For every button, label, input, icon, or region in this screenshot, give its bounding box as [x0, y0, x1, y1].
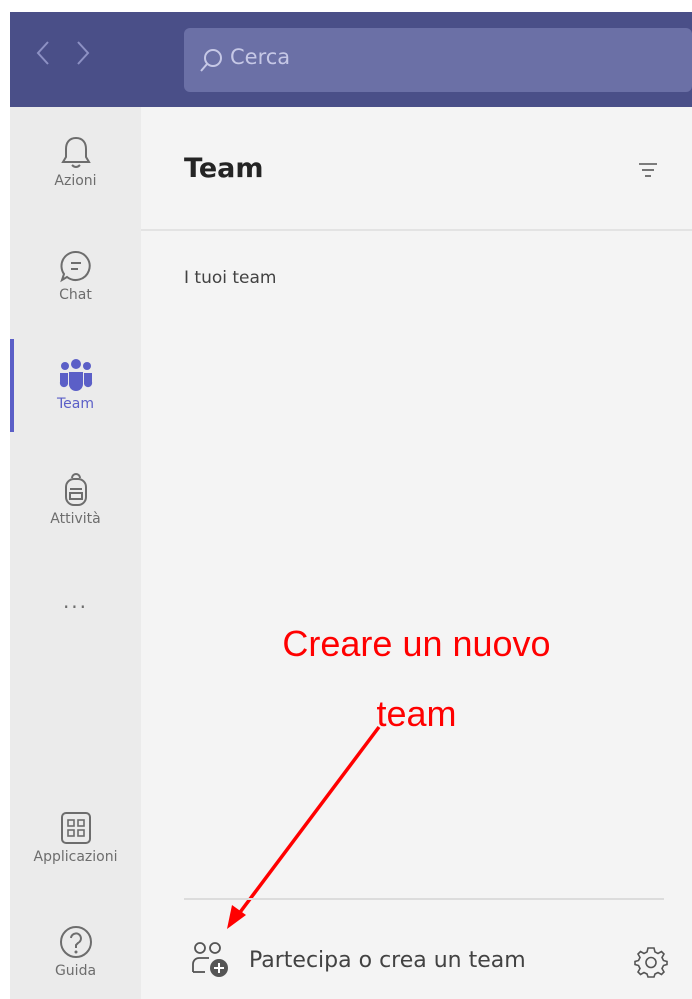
- rail-item-label: Attività: [50, 511, 101, 527]
- annotation-line-1: Creare un nuovo: [282, 623, 551, 664]
- search-placeholder: Cerca: [230, 45, 291, 69]
- join-or-create-team-button[interactable]: Partecipa o crea un team: [191, 939, 526, 981]
- gear-icon[interactable]: [634, 944, 668, 978]
- rail-item-azioni[interactable]: Azioni: [10, 135, 141, 189]
- add-team-icon: [192, 942, 228, 977]
- forward-arrow-icon[interactable]: [76, 40, 90, 66]
- divider: [184, 898, 664, 900]
- rail-item-chat[interactable]: Chat: [10, 249, 141, 303]
- bell-icon: [60, 136, 91, 168]
- more-apps-button[interactable]: ...: [10, 589, 141, 613]
- rail-item-attivita[interactable]: Attività: [10, 471, 141, 527]
- help-icon: [59, 926, 92, 958]
- filter-icon[interactable]: [638, 162, 658, 178]
- annotation-line-2: team: [376, 693, 457, 734]
- search-input[interactable]: Cerca: [184, 28, 692, 92]
- rail-item-label: Team: [56, 396, 94, 412]
- history-nav: [36, 40, 90, 66]
- rail-item-label: Applicazioni: [33, 849, 118, 865]
- back-arrow-icon[interactable]: [36, 40, 50, 66]
- panel-header: Team: [141, 107, 692, 231]
- page-title: Team: [184, 153, 264, 184]
- chat-icon: [59, 250, 91, 283]
- apps-icon: [60, 812, 91, 844]
- more-label: ...: [62, 589, 89, 613]
- teams-icon: [59, 359, 92, 391]
- rail-item-team[interactable]: Team: [10, 358, 141, 412]
- search-icon: [200, 49, 222, 72]
- your-teams-label: I tuoi team: [184, 268, 277, 288]
- app-rail: Azioni Chat Team Attività ... Applicazio…: [10, 107, 141, 999]
- rail-item-guida[interactable]: Guida: [10, 925, 141, 979]
- annotation-arrow: [227, 725, 381, 929]
- backpack-icon: [64, 473, 87, 506]
- rail-item-label: Azioni: [54, 173, 97, 189]
- rail-item-applicazioni[interactable]: Applicazioni: [10, 811, 141, 865]
- rail-item-label: Guida: [54, 963, 97, 979]
- title-bar: Cerca: [10, 12, 692, 107]
- teams-panel: Team I tuoi team Creare un nuovo team Pa…: [141, 107, 692, 999]
- join-or-create-label: Partecipa o crea un team: [249, 947, 526, 973]
- rail-item-label: Chat: [59, 287, 92, 303]
